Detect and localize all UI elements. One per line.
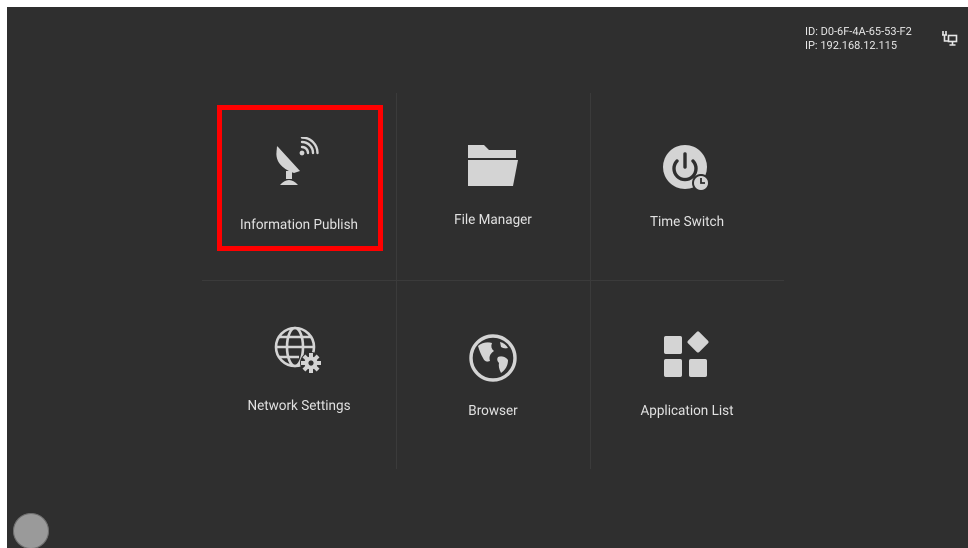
tile-label: Application List [640,403,734,419]
tile-label: Network Settings [247,398,351,414]
tile-label: Time Switch [649,214,725,230]
globe-gear-icon [274,326,322,374]
device-ip: IP: 192.168.12.115 [805,39,898,52]
power-clock-icon [663,145,710,192]
globe-icon [469,334,517,382]
tile-browser[interactable]: Browser [396,281,590,469]
tile-network-settings[interactable]: Network Settings [202,281,396,469]
tile-time-switch[interactable]: Time Switch [590,93,784,281]
app-grid-icon [664,331,709,377]
folder-icon [468,145,518,186]
tile-file-manager[interactable]: File Manager [396,93,590,281]
device-id: ID: D0-6F-4A-65-53-F2 [805,25,912,38]
tile-label: File Manager [454,212,532,228]
tile-application-list[interactable]: Application List [590,281,784,469]
ethernet-icon [942,31,958,46]
floating-assistive-button[interactable] [13,513,49,548]
device-info: ID: D0-6F-4A-65-53-F2 IP: 192.168.12.115 [805,25,912,53]
home-screen: ID: D0-6F-4A-65-53-F2 IP: 192.168.12.115 [7,7,968,548]
selection-highlight [217,105,383,251]
tile-label: Browser [468,403,518,419]
